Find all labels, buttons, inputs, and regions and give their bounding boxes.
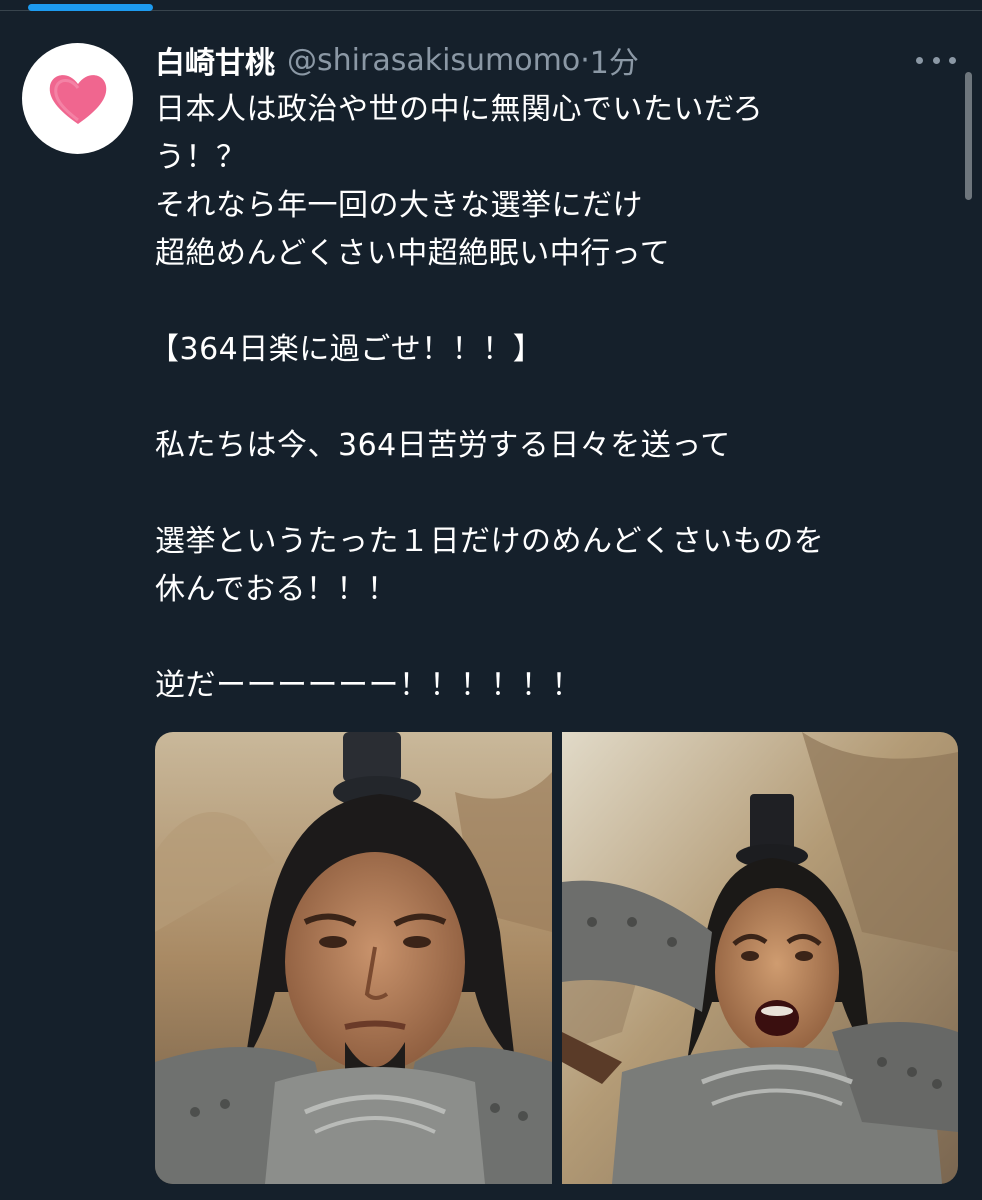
- tweet-text-line: [155, 374, 945, 422]
- tweet-text-line: 超絶めんどくさい中超絶眠い中行って: [155, 236, 671, 271]
- tweet-text-line: 逆だーーーーーー！！！！！！: [155, 668, 582, 703]
- header-separator: ·: [580, 42, 590, 78]
- media-grid: [155, 732, 958, 1184]
- tweet-text-line: 私たちは今、364日苦労する日々を送って: [155, 428, 731, 463]
- more-options-icon[interactable]: [916, 50, 956, 70]
- tweet-text-line: う！？: [155, 140, 247, 175]
- tweet-text-line: [155, 278, 945, 326]
- timestamp[interactable]: 1分: [590, 38, 639, 82]
- photo-warrior-stern: [155, 732, 552, 1184]
- display-name[interactable]: 白崎甘桃: [155, 38, 275, 82]
- tweet-photo-1[interactable]: [155, 732, 552, 1184]
- tweet-text-line: 休んでおる！！！: [155, 572, 398, 607]
- heart-icon: [49, 74, 106, 124]
- photo-warrior-shouting: [561, 732, 958, 1184]
- tweet-text-line: 選挙というたった１日だけのめんどくさいものを: [155, 524, 825, 559]
- tweet-text-line: [155, 470, 945, 518]
- tweet-photo-2[interactable]: [561, 732, 959, 1184]
- tweet-text-line: 【364日楽に過ごせ！！！】: [149, 332, 544, 367]
- user-handle[interactable]: @shirasakisumomo: [287, 43, 580, 78]
- tweet-header: 白崎甘桃 @shirasakisumomo · 1分: [155, 38, 639, 82]
- tweet-text-line: [155, 614, 945, 662]
- tweet-text: 日本人は政治や世の中に無関心でいたいだろ う！？ それなら年一回の大きな選挙にだ…: [149, 86, 945, 710]
- tweet-text-line: それなら年一回の大きな選挙にだけ: [155, 188, 643, 223]
- tweet-text-line: 日本人は政治や世の中に無関心でいたいだろ: [155, 92, 764, 127]
- avatar[interactable]: [22, 43, 133, 154]
- scrollbar[interactable]: [965, 72, 972, 200]
- tab-indicator: [28, 4, 153, 11]
